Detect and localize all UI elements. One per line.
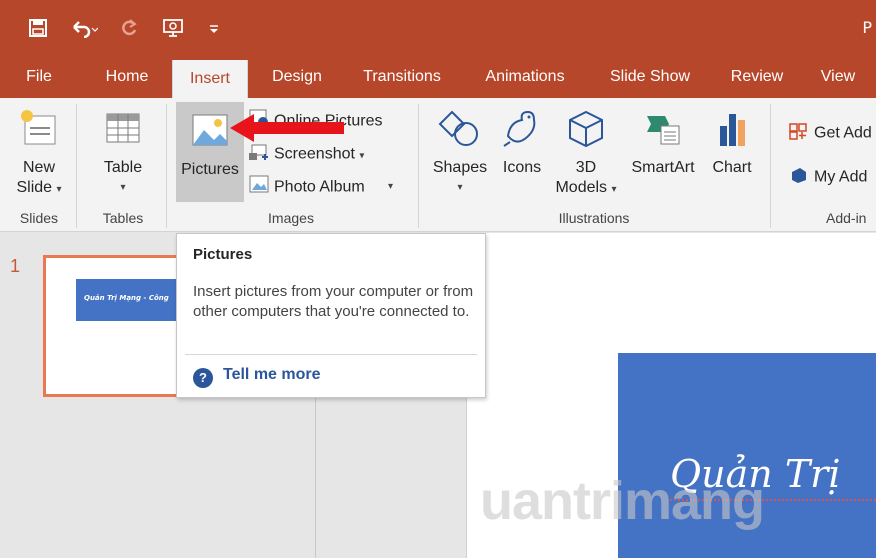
group-label-tables: Tables: [102, 210, 144, 226]
3d-models-label-1: 3D: [575, 159, 597, 176]
save-icon[interactable]: [28, 18, 48, 38]
screenshot-label: Screenshot: [274, 145, 355, 163]
tooltip-divider: [185, 354, 477, 355]
my-addins-icon: [788, 164, 810, 191]
tooltip-title: Pictures: [193, 246, 253, 263]
table-label: Table: [103, 159, 143, 176]
tell-me-more-label: Tell me more: [223, 366, 321, 383]
start-from-beginning-icon[interactable]: [162, 18, 186, 38]
group-label-slides: Slides: [19, 210, 59, 226]
new-slide-label-2: Slide ▾: [10, 178, 68, 200]
group-label-addins: Add-in: [826, 210, 867, 226]
group-separator: [770, 104, 771, 228]
pictures-tooltip: Pictures Insert pictures from your compu…: [176, 233, 486, 398]
group-label-images: Images: [268, 210, 314, 226]
new-slide-label-text: Slide: [16, 179, 53, 196]
tab-insert[interactable]: Insert: [172, 60, 248, 100]
new-slide-button[interactable]: New Slide ▾: [10, 104, 68, 204]
tab-slide-show[interactable]: Slide Show: [598, 58, 702, 98]
pictures-icon: [190, 110, 230, 150]
title-bar: P: [0, 0, 876, 58]
shapes-dropdown-icon: ▾: [457, 182, 463, 193]
my-addins-button[interactable]: My Add: [788, 164, 867, 191]
photo-album-dropdown-icon: ▾: [388, 181, 394, 192]
new-slide-icon: [19, 108, 59, 148]
icons-label: Icons: [502, 159, 542, 176]
tell-me-more-link[interactable]: ? Tell me more: [193, 366, 321, 388]
watermark: uantrimang: [480, 471, 765, 531]
my-addins-label: My Add: [814, 168, 868, 186]
get-addins-label: Get Add: [814, 124, 872, 142]
smartart-button[interactable]: SmartArt: [624, 104, 702, 204]
3d-models-button[interactable]: 3D Models ▾: [552, 104, 620, 204]
3d-models-label-2: Models ▾: [552, 178, 620, 200]
new-slide-dropdown-icon: ▾: [56, 184, 62, 195]
photo-album-dropdown[interactable]: ▾: [388, 174, 393, 198]
tab-view[interactable]: View: [810, 58, 866, 98]
pictures-label: Pictures: [181, 161, 239, 178]
3d-models-icon: [566, 108, 606, 150]
group-label-illustrations: Illustrations: [558, 210, 630, 226]
red-arrow-annotation: [228, 112, 346, 148]
tab-home[interactable]: Home: [96, 58, 158, 98]
tab-transitions[interactable]: Transitions: [352, 58, 452, 98]
photo-album-icon: [248, 174, 270, 201]
icons-icon: [502, 108, 542, 150]
get-addins-icon: [788, 120, 810, 147]
tab-design[interactable]: Design: [262, 58, 332, 98]
photo-album-label: Photo Album: [274, 178, 365, 196]
smartart-icon: [643, 108, 683, 150]
3d-models-dropdown-icon: ▾: [611, 184, 617, 195]
chart-label: Chart: [712, 159, 752, 176]
shapes-button[interactable]: Shapes ▾: [428, 104, 492, 204]
tab-review[interactable]: Review: [722, 58, 792, 98]
ribbon: New Slide ▾ Table ▾ Pictures Online Pict…: [0, 98, 876, 232]
customize-quick-access-icon[interactable]: [208, 18, 220, 38]
photo-album-button[interactable]: Photo Album: [248, 174, 365, 201]
smartart-label: SmartArt: [631, 159, 695, 176]
help-icon: ?: [193, 368, 213, 388]
get-addins-button[interactable]: Get Add: [788, 120, 872, 147]
app-title: P: [862, 18, 872, 37]
group-separator: [418, 104, 419, 228]
ribbon-tabs: File Home Insert Design Transitions Anim…: [0, 58, 876, 100]
table-dropdown-icon: ▾: [120, 182, 126, 193]
screenshot-dropdown-icon: ▾: [359, 150, 365, 162]
chart-button[interactable]: Chart: [704, 104, 760, 204]
icons-button[interactable]: Icons: [496, 104, 548, 204]
shapes-label: Shapes: [432, 159, 488, 176]
group-separator: [76, 104, 77, 228]
undo-icon[interactable]: [70, 18, 98, 38]
chart-icon: [712, 108, 752, 150]
group-separator: [166, 104, 167, 228]
shapes-icon: [438, 108, 482, 150]
tab-animations[interactable]: Animations: [472, 58, 578, 98]
new-slide-label-1: New: [22, 159, 55, 176]
table-button[interactable]: Table ▾: [88, 104, 158, 204]
tab-file[interactable]: File: [14, 58, 64, 98]
3d-models-label-text: Models: [555, 179, 608, 196]
tooltip-description: Insert pictures from your computer or fr…: [193, 283, 474, 320]
table-icon: [103, 108, 143, 148]
slide-number: 1: [10, 256, 21, 276]
redo-icon: [120, 18, 138, 38]
